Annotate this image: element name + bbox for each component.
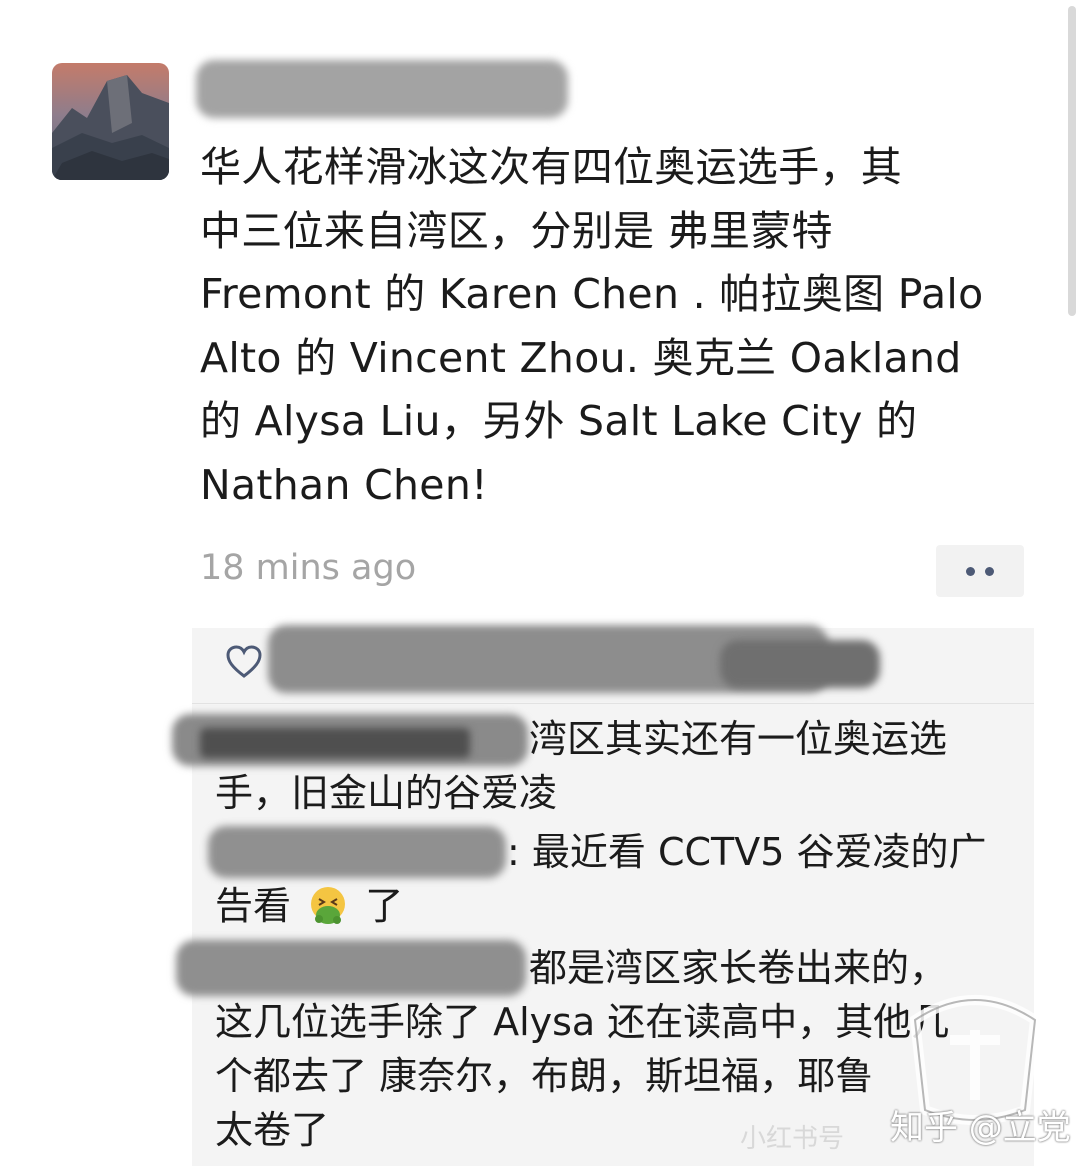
avatar-image <box>52 63 169 180</box>
post-line: Alto 的 Vincent Zhou. 奥克兰 Oakland <box>200 333 962 382</box>
post-line: Nathan Chen! <box>200 460 488 509</box>
post-body: 华人花样滑冰这次有四位奥运选手，其 中三位来自湾区，分别是 弗里蒙特 Fremo… <box>200 136 1030 517</box>
watermark-zhihu: 知乎 @立党 <box>890 1108 1071 1148</box>
comment-text: : 最近看 CCTV5 谷爱凌的广 <box>507 830 987 874</box>
post-timestamp: 18 mins ago <box>200 548 417 588</box>
more-dots-icon <box>985 566 994 576</box>
heart-icon[interactable] <box>226 645 262 679</box>
comment-text: 手，旧金山的谷爱凌 <box>215 771 558 815</box>
redacted-likers <box>720 640 880 688</box>
watermark-faint: 小红书号 <box>740 1124 845 1154</box>
comment-item[interactable]: : 最近看 CCTV5 谷爱凌的广 告看 了 <box>215 825 1025 933</box>
comment-item[interactable]: 湾区其实还有一位奥运选 手，旧金山的谷爱凌 <box>215 712 1025 820</box>
post-line: 的 Alysa Liu，另外 Salt Lake City 的 <box>200 397 918 445</box>
vomiting-face-emoji <box>311 887 346 924</box>
redacted-username <box>196 60 568 118</box>
post-line: 华人花样滑冰这次有四位奥运选手，其 <box>200 143 903 191</box>
post-line: Fremont 的 Karen Chen . 帕拉奥图 Palo <box>200 270 984 318</box>
post-line: 中三位来自湾区，分别是 弗里蒙特 <box>200 206 833 255</box>
more-dots-icon <box>966 566 975 576</box>
more-options-button[interactable] <box>936 545 1024 597</box>
comment-text: 告看 <box>215 884 292 928</box>
comment-text: 湾区其实还有一位奥运选 <box>529 717 948 761</box>
comment-text: 了 <box>365 884 404 928</box>
avatar[interactable] <box>52 63 169 180</box>
scrollbar[interactable] <box>1068 6 1076 316</box>
